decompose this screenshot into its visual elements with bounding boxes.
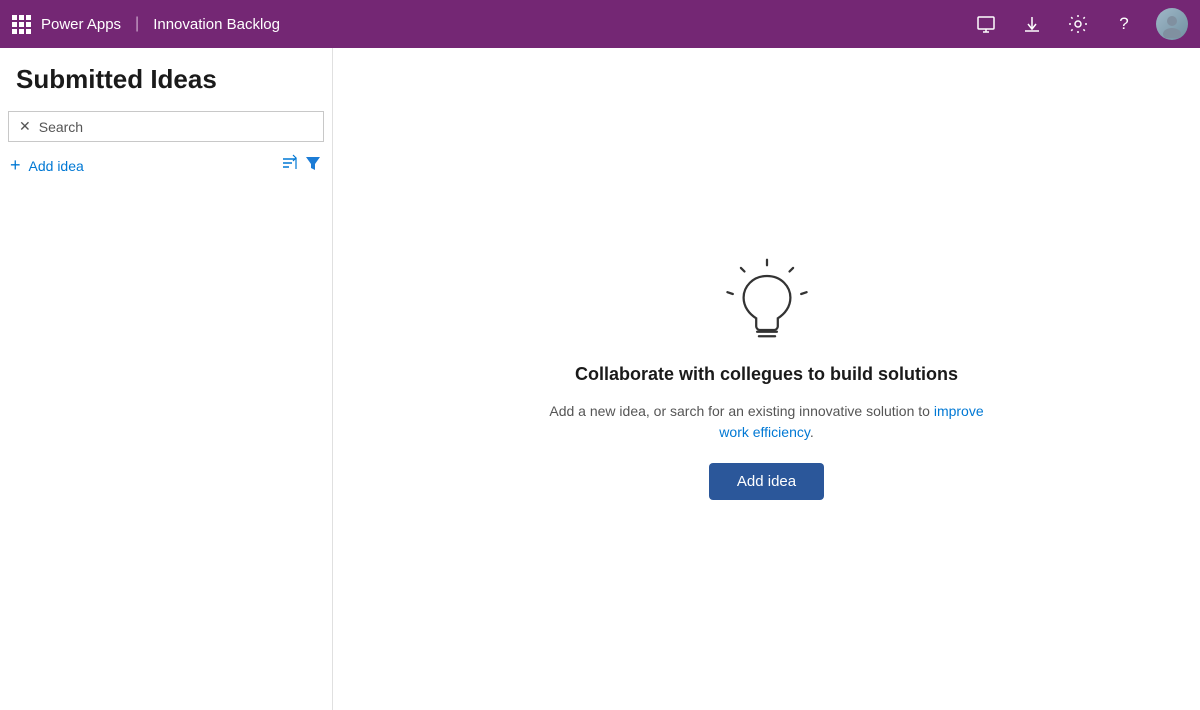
app-name: Innovation Backlog [153, 16, 280, 33]
content-area: Collaborate with collegues to build solu… [333, 48, 1200, 710]
monitor-icon[interactable] [972, 10, 1000, 38]
help-icon[interactable]: ? [1110, 10, 1138, 38]
empty-desc-text2: . [810, 424, 814, 440]
grid-icon[interactable] [12, 15, 31, 34]
topbar-left: Power Apps | Innovation Backlog [12, 15, 280, 34]
add-idea-button[interactable]: Add idea [709, 463, 824, 500]
add-idea-plus-icon: + [10, 155, 21, 176]
sidebar: Submitted Ideas ✕ Search + Add idea [0, 48, 333, 710]
empty-state-description: Add a new idea, or sarch for an existing… [547, 401, 987, 443]
page-title: Submitted Ideas [0, 64, 332, 111]
toolbar-icons [280, 154, 322, 177]
download-icon[interactable] [1018, 10, 1046, 38]
search-bar[interactable]: ✕ Search [8, 111, 324, 142]
add-idea-row[interactable]: + Add idea [0, 146, 332, 185]
empty-desc-text1: Add a new idea, or sarch for an existing… [549, 403, 933, 419]
lightbulb-icon [722, 258, 812, 348]
brand-separator: | [135, 15, 139, 33]
sort-icon[interactable] [280, 154, 298, 177]
empty-state: Collaborate with collegues to build solu… [547, 258, 987, 500]
user-avatar[interactable] [1156, 8, 1188, 40]
brand-text: Power Apps [41, 16, 121, 33]
search-label[interactable]: Search [39, 119, 313, 135]
search-clear-icon[interactable]: ✕ [19, 118, 31, 135]
settings-icon[interactable] [1064, 10, 1092, 38]
main-area: Submitted Ideas ✕ Search + Add idea [0, 48, 1200, 710]
empty-state-title: Collaborate with collegues to build solu… [575, 364, 958, 385]
add-idea-label: Add idea [29, 158, 280, 174]
topbar: Power Apps | Innovation Backlog [0, 0, 1200, 48]
filter-icon[interactable] [304, 154, 322, 177]
topbar-right: ? [972, 8, 1188, 40]
